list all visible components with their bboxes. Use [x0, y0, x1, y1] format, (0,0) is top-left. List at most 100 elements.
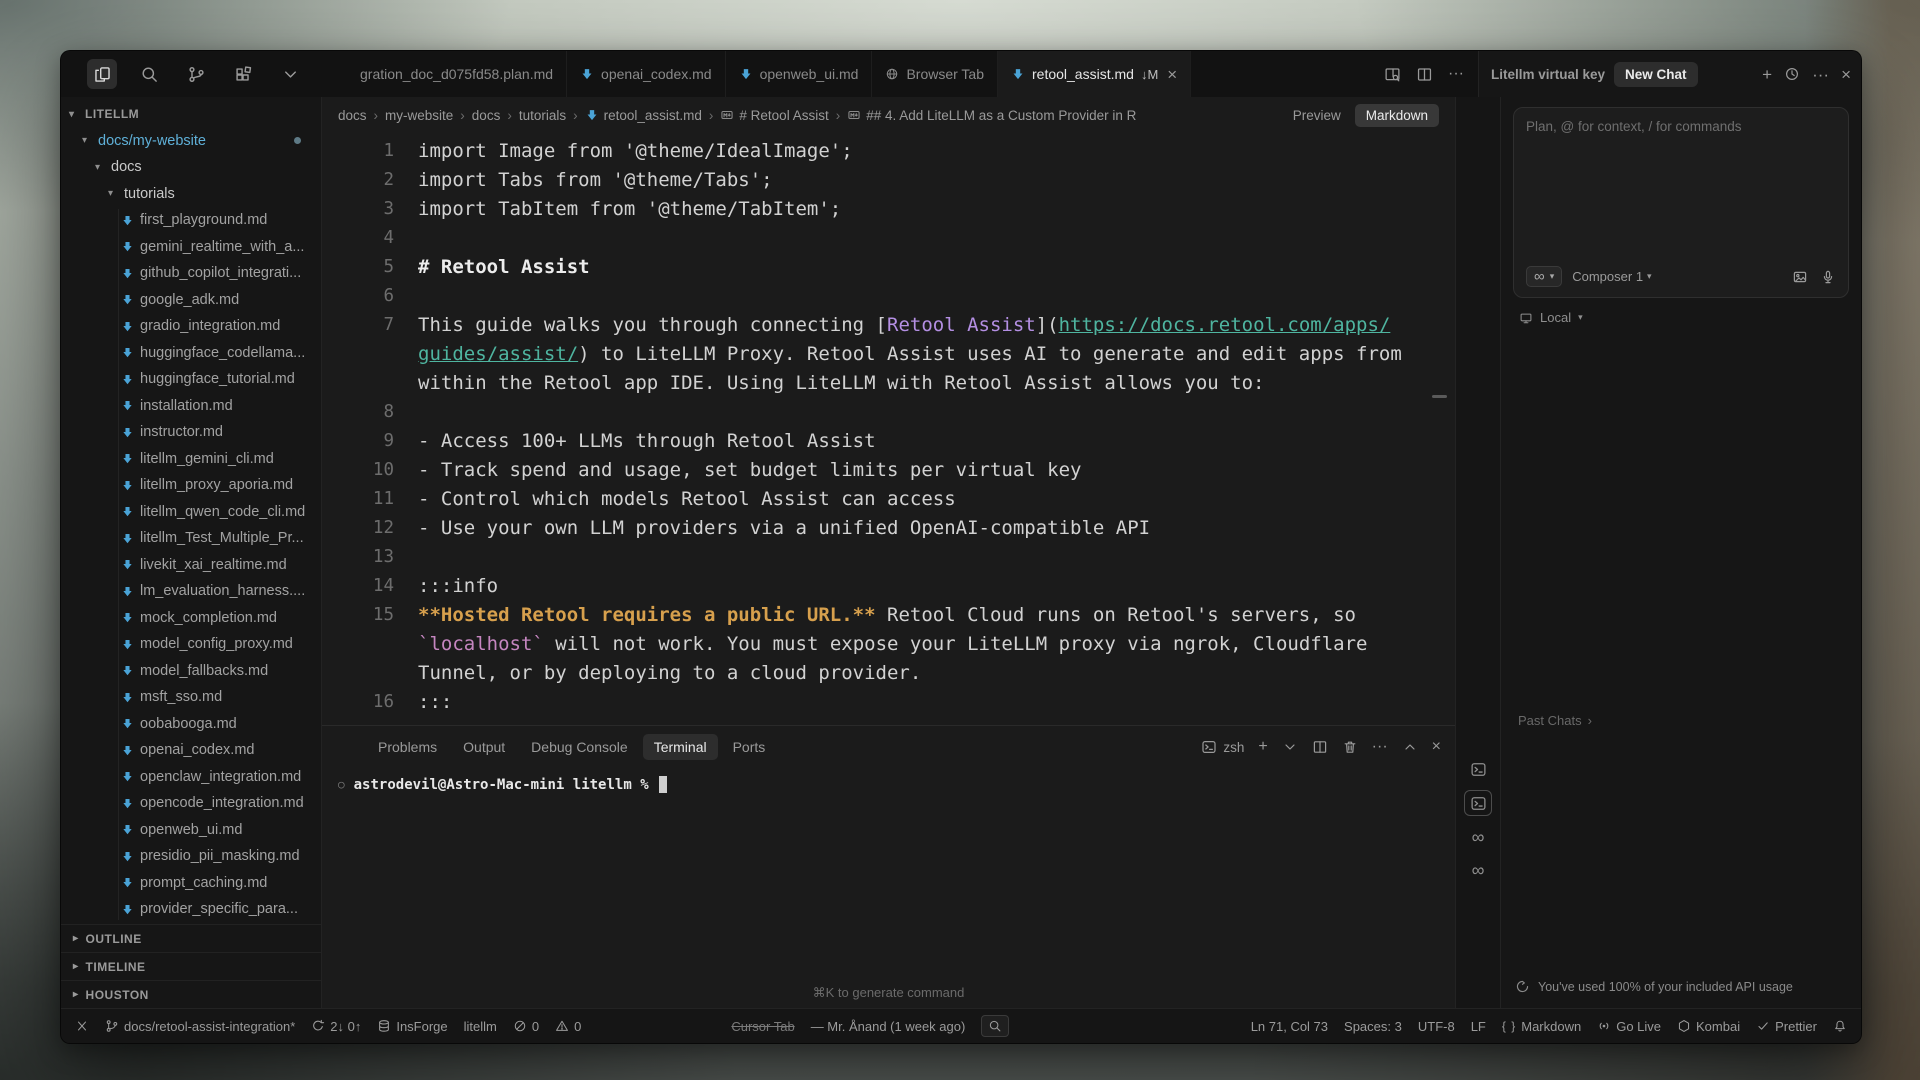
sidebar-section-timeline[interactable]: ▸TIMELINE	[61, 952, 321, 980]
more-actions-icon[interactable]: ···	[1372, 739, 1388, 755]
sidebar-section-outline[interactable]: ▸OUTLINE	[61, 924, 321, 952]
tree-file[interactable]: huggingface_tutorial.md	[61, 366, 321, 393]
breadcrumb-item[interactable]: docs	[338, 108, 367, 123]
terminal-tab-output[interactable]: Output	[463, 739, 505, 755]
tree-file[interactable]: google_adk.md	[61, 287, 321, 314]
breadcrumb-item[interactable]: tutorials	[519, 108, 566, 123]
tree-file[interactable]: huggingface_codellama...	[61, 340, 321, 367]
tree-folder[interactable]: ▾tutorials	[61, 181, 321, 208]
tree-file[interactable]: openai_codex.md	[61, 737, 321, 764]
image-attach-icon[interactable]	[1792, 269, 1808, 285]
tree-file[interactable]: litellm_qwen_code_cli.md	[61, 499, 321, 526]
shell-selector[interactable]: zsh	[1201, 739, 1244, 755]
mode-selector[interactable]: ∞ ▾	[1526, 266, 1562, 287]
tab-retool-assist-md[interactable]: retool_assist.md↓M×	[998, 51, 1191, 97]
maximize-panel-icon[interactable]	[1402, 739, 1418, 755]
tree-file[interactable]: github_copilot_integrati...	[61, 260, 321, 287]
problems-errors[interactable]: 0	[513, 1019, 539, 1034]
breadcrumb-item[interactable]: # Retool Assist	[720, 108, 828, 123]
tree-folder[interactable]: ▾docs/my-website	[61, 128, 321, 155]
terminal-tab-terminal[interactable]: Terminal	[643, 734, 718, 760]
tree-file[interactable]: litellm_gemini_cli.md	[61, 446, 321, 473]
chat-input-card[interactable]: Plan, @ for context, / for commands ∞ ▾ …	[1513, 107, 1849, 298]
tab-openweb-ui-md[interactable]: openweb_ui.md	[726, 51, 873, 97]
language-mode[interactable]: { }Markdown	[1502, 1019, 1581, 1034]
chevron-down-icon[interactable]	[275, 59, 305, 89]
infinity-icon[interactable]: ∞	[1465, 825, 1491, 849]
preview-button[interactable]: Preview	[1287, 105, 1347, 126]
tree-file[interactable]: litellm_Test_Multiple_Pr...	[61, 525, 321, 552]
search-widget[interactable]	[981, 1015, 1009, 1037]
tree-file[interactable]: instructor.md	[61, 419, 321, 446]
tree-file[interactable]: openclaw_integration.md	[61, 764, 321, 791]
remote-indicator[interactable]	[75, 1019, 89, 1033]
problems-warnings[interactable]: 0	[555, 1019, 581, 1034]
tree-file[interactable]: first_playground.md	[61, 207, 321, 234]
encoding[interactable]: UTF-8	[1418, 1019, 1455, 1034]
tab-gration-doc-d075fd58-plan-md[interactable]: gration_doc_d075fd58.plan.md	[347, 51, 567, 97]
tree-file[interactable]: prompt_caching.md	[61, 870, 321, 897]
model-selector[interactable]: Composer 1 ▾	[1572, 269, 1651, 284]
chevron-down-icon[interactable]	[1282, 739, 1298, 755]
tree-file[interactable]: presidio_pii_masking.md	[61, 843, 321, 870]
project-header[interactable]: ▾LITELLM	[61, 101, 321, 128]
new-chat-icon[interactable]: +	[1762, 66, 1772, 83]
tree-file[interactable]: livekit_xai_realtime.md	[61, 552, 321, 579]
tree-folder[interactable]: ▾docs	[61, 154, 321, 181]
extensions-icon[interactable]	[228, 59, 258, 89]
tree-file[interactable]: oobabooga.md	[61, 711, 321, 738]
past-chats[interactable]: Past Chats ›	[1518, 713, 1592, 728]
tree-file[interactable]: msft_sso.md	[61, 684, 321, 711]
tab-openai-codex-md[interactable]: openai_codex.md	[567, 51, 726, 97]
sidebar-section-houston[interactable]: ▸HOUSTON	[61, 980, 321, 1008]
history-icon[interactable]	[1784, 66, 1800, 82]
close-tab-icon[interactable]: ×	[1167, 66, 1177, 83]
tree-file[interactable]: gemini_realtime_with_a...	[61, 234, 321, 261]
split-editor-icon[interactable]	[1416, 66, 1433, 83]
breadcrumb-item[interactable]: my-website	[385, 108, 453, 123]
git-branch[interactable]: docs/retool-assist-integration*	[105, 1019, 295, 1034]
scrollbar-thumb[interactable]	[1432, 395, 1447, 398]
terminal-icon[interactable]	[1464, 790, 1492, 816]
context-selector[interactable]: Local ▾	[1519, 310, 1861, 325]
prettier[interactable]: Prettier	[1756, 1019, 1817, 1034]
explorer-icon[interactable]	[87, 59, 117, 89]
tree-file[interactable]: model_config_proxy.md	[61, 631, 321, 658]
tree-file[interactable]: provider_specific_para...	[61, 896, 321, 923]
terminal-icon[interactable]	[1465, 757, 1491, 781]
editor[interactable]: 1import Image from '@theme/IdealImage';2…	[322, 133, 1455, 725]
kombai[interactable]: Kombai	[1677, 1019, 1740, 1034]
open-preview-icon[interactable]	[1384, 66, 1401, 83]
terminal[interactable]: ○ astrodevil@Astro-Mac-mini litellm %	[322, 768, 1455, 1008]
split-terminal-icon[interactable]	[1312, 739, 1328, 755]
tree-file[interactable]: litellm_proxy_aporia.md	[61, 472, 321, 499]
more-actions-icon[interactable]: ···	[1448, 65, 1464, 83]
breadcrumb-item[interactable]: retool_assist.md	[585, 108, 702, 123]
git-sync[interactable]: 2↓ 0↑	[311, 1019, 361, 1034]
eol-indicator[interactable]: LF	[1471, 1019, 1486, 1034]
notifications-bell-icon[interactable]	[1833, 1019, 1847, 1033]
breadcrumb-item[interactable]: ## 4. Add LiteLLM as a Custom Provider i…	[847, 108, 1136, 123]
close-panel-icon[interactable]: ×	[1841, 66, 1851, 83]
terminal-tab-ports[interactable]: Ports	[733, 739, 766, 755]
search-icon[interactable]	[134, 59, 164, 89]
insforge[interactable]: InsForge	[377, 1019, 447, 1034]
litellm-status[interactable]: litellm	[464, 1019, 497, 1034]
tree-file[interactable]: lm_evaluation_harness....	[61, 578, 321, 605]
chat-tab-new-chat[interactable]: New Chat	[1614, 62, 1698, 87]
cursor-tab-toggle[interactable]: Cursor Tab	[731, 1019, 794, 1034]
tab-browser-tab[interactable]: Browser Tab	[872, 51, 998, 97]
tree-file[interactable]: opencode_integration.md	[61, 790, 321, 817]
tree-file[interactable]: mock_completion.md	[61, 605, 321, 632]
infinity-icon[interactable]: ∞	[1465, 858, 1491, 882]
terminal-tab-debug-console[interactable]: Debug Console	[531, 739, 628, 755]
microphone-icon[interactable]	[1820, 269, 1836, 285]
close-panel-icon[interactable]: ×	[1432, 739, 1441, 755]
git-blame[interactable]: — Mr. Ånand (1 week ago)	[811, 1019, 966, 1034]
breadcrumb-item[interactable]: docs	[472, 108, 501, 123]
tree-file[interactable]: model_fallbacks.md	[61, 658, 321, 685]
terminal-tab-problems[interactable]: Problems	[378, 739, 437, 755]
markdown-button[interactable]: Markdown	[1355, 104, 1439, 127]
source-control-icon[interactable]	[181, 59, 211, 89]
indentation[interactable]: Spaces: 3	[1344, 1019, 1402, 1034]
